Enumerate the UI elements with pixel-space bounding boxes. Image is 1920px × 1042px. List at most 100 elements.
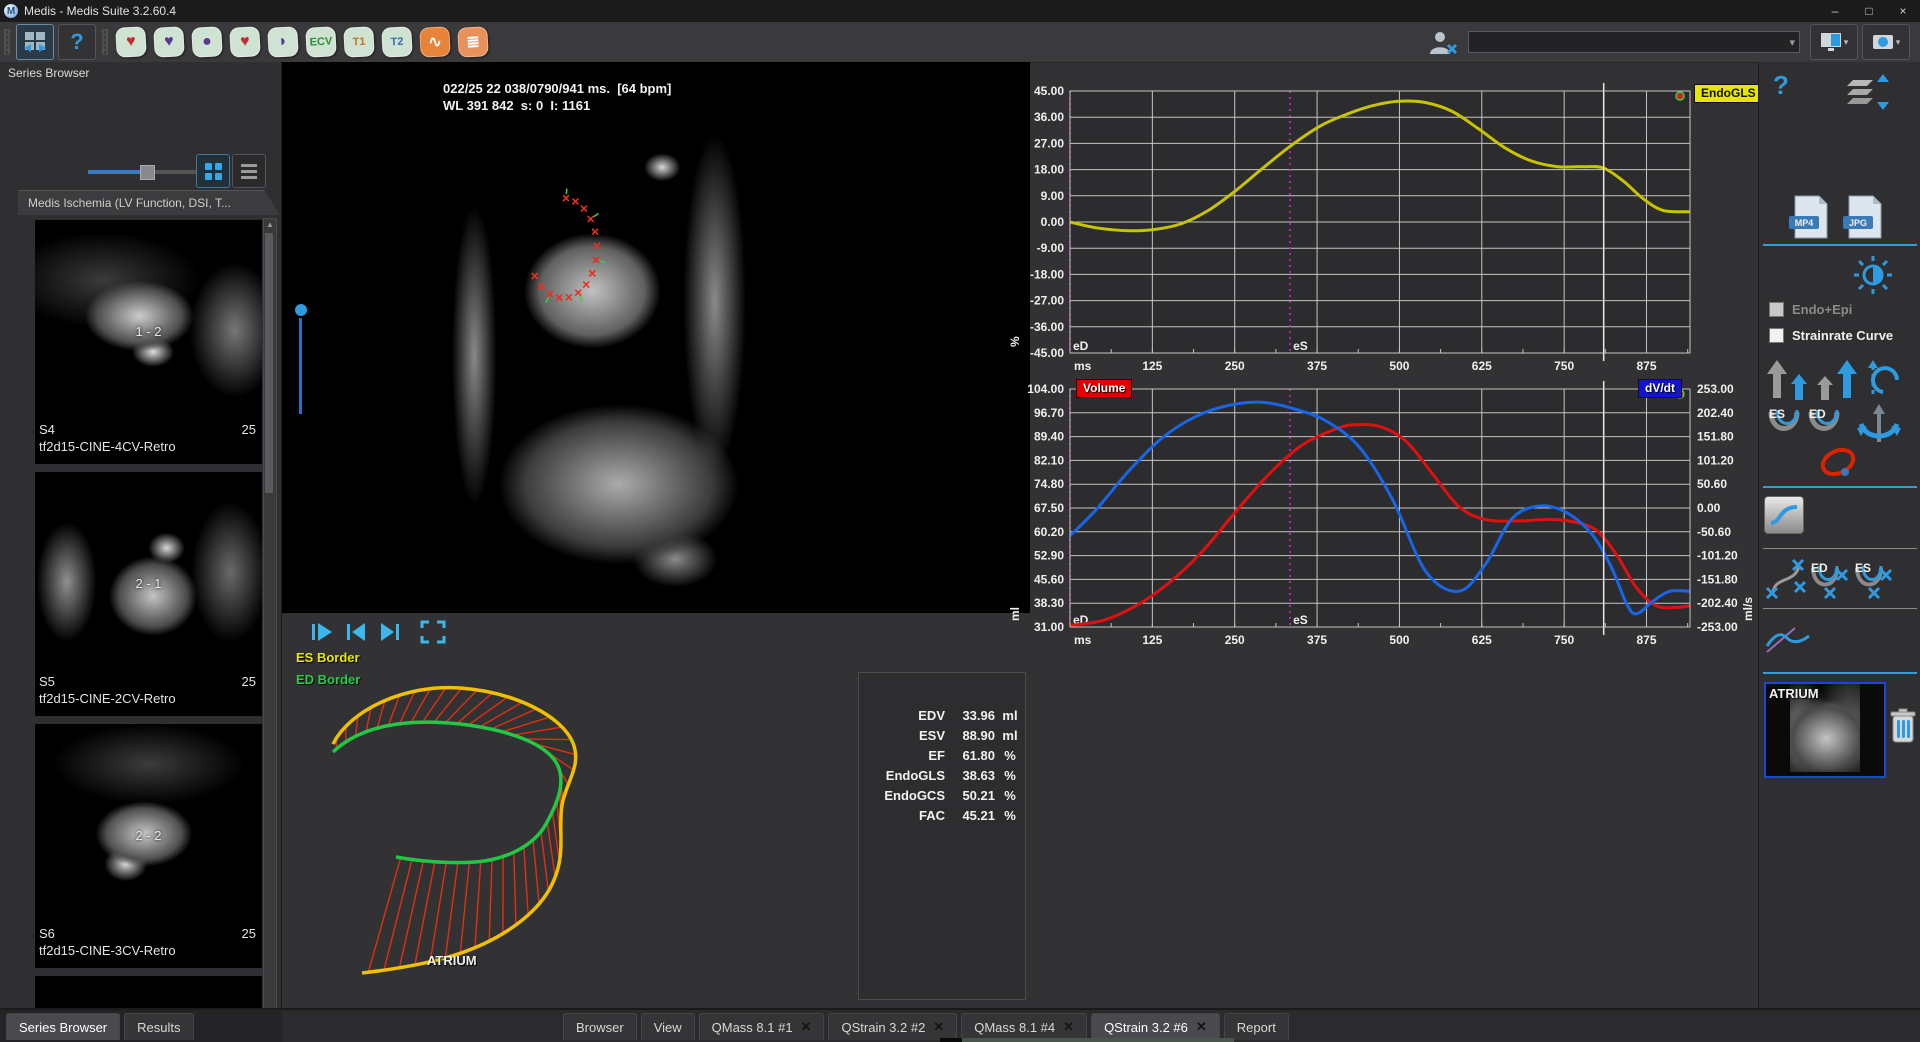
contour-point[interactable] — [591, 228, 599, 236]
contour-point[interactable] — [588, 269, 596, 277]
strainrate-checkbox[interactable] — [1769, 328, 1784, 343]
main-toolbar: ? ♥ ♥ ● ♥ ◗ ECV T1 T2 ∿ ≣ ▾ ▾ ▾ — [0, 22, 1920, 63]
close-tab-icon[interactable]: ✕ — [1063, 1019, 1074, 1035]
workspace-tab-report[interactable]: Report — [1223, 1013, 1289, 1040]
lv-heart-icon[interactable]: ♥ — [115, 26, 147, 58]
t2-icon[interactable]: T2 — [381, 26, 413, 58]
edit-ed-contour-icon[interactable]: ED — [1807, 558, 1853, 602]
volume-chart[interactable]: eD eS104.0096.7089.4082.1074.8067.5060.20… — [1005, 372, 1775, 664]
x-axis-tick: 250 — [1225, 359, 1245, 373]
grid-view-button[interactable] — [196, 154, 230, 188]
scrollbar-thumb[interactable] — [265, 233, 273, 493]
series-list-scrollbar[interactable]: ▲ ▼ — [263, 218, 277, 1042]
strainrate-option[interactable]: Strainrate Curve — [1769, 328, 1893, 343]
export-jpg-icon[interactable]: JPG — [1841, 194, 1887, 242]
result-value: 88.90 — [962, 727, 995, 743]
sigmoid-tool-button[interactable] — [1764, 496, 1804, 534]
help-button[interactable]: ? — [58, 24, 96, 60]
frame-slider-handle[interactable] — [295, 304, 307, 316]
flow-icon[interactable]: ∿ — [419, 26, 451, 58]
workspace-tab-browser[interactable]: Browser — [563, 1013, 637, 1040]
ventricle-icon[interactable]: ♥ — [153, 26, 185, 58]
series-thumbnail-image[interactable]: 2 - 1 — [35, 472, 262, 672]
curve-handle-marker[interactable] — [1675, 91, 1685, 101]
contour-drawing[interactable] — [300, 640, 630, 990]
series-thumbnail-card[interactable]: 2 - 1 S5 25 tf2d15-CINE-2CV-Retro — [35, 472, 262, 716]
contour-point[interactable] — [531, 272, 539, 280]
series-thumbnail-image[interactable]: 1 - 2 — [35, 220, 262, 420]
valve-icon[interactable]: ◗ — [267, 26, 299, 58]
strain-curve-icon[interactable] — [1765, 618, 1815, 658]
contour-point[interactable] — [593, 242, 601, 250]
workspace-tab-qstrain-3-2-2[interactable]: QStrain 3.2 #2 ✕ — [828, 1013, 958, 1040]
ecv-icon[interactable]: ECV — [305, 26, 337, 58]
atrium-thumbnail[interactable]: ATRIUM — [1764, 682, 1886, 778]
close-tab-icon[interactable]: ✕ — [1196, 1019, 1207, 1035]
contour-point[interactable] — [592, 256, 606, 264]
contour-point[interactable] — [562, 188, 570, 202]
close-button[interactable]: × — [1886, 0, 1920, 22]
endo-epi-option[interactable]: Endo+Epi — [1769, 302, 1852, 317]
toolbar-grip[interactable] — [4, 29, 10, 55]
contour-point[interactable] — [582, 281, 590, 289]
contour-point[interactable] — [587, 212, 599, 223]
series-thumbnail-card[interactable]: 2 - 2 S6 25 tf2d15-CINE-3CV-Retro — [35, 724, 262, 968]
contour-point[interactable] — [555, 294, 563, 302]
result-row: EDV 33.96 ml — [859, 705, 1025, 725]
heart-anatomy-icon[interactable]: ♥ — [229, 26, 261, 58]
strain-chart[interactable]: eD eS 45.00 36.00 27.00 18.00 9.00 0.00 -9.00 -18… — [1005, 80, 1775, 380]
retrack-icon[interactable] — [1863, 358, 1907, 402]
perfusion-icon[interactable]: ● — [191, 26, 223, 58]
screen-layout-button[interactable]: ▾ — [1810, 24, 1858, 60]
copy-contour-up2-icon[interactable] — [1813, 358, 1859, 402]
delete-trash-icon[interactable] — [1889, 708, 1917, 744]
session-combobox[interactable]: ▾ — [1468, 31, 1800, 53]
es-contour-icon[interactable]: ES — [1765, 404, 1809, 446]
reorder-layers-icon[interactable] — [1843, 72, 1889, 114]
frame-slider[interactable] — [295, 304, 307, 414]
edit-es-contour-icon[interactable]: ES — [1851, 558, 1897, 602]
close-tab-icon[interactable]: ✕ — [933, 1019, 944, 1035]
panel-tab-series-browser[interactable]: Series Browser — [6, 1013, 121, 1040]
panel-divider — [1763, 608, 1917, 609]
minimize-button[interactable]: – — [1818, 0, 1852, 22]
report-icon[interactable]: ≣ — [457, 26, 489, 58]
copy-contour-up-icon[interactable] — [1765, 358, 1811, 402]
help-icon[interactable]: ? — [1773, 70, 1789, 101]
edit-points-icon[interactable] — [1765, 558, 1809, 602]
contour-point[interactable] — [574, 289, 584, 302]
t1-icon[interactable]: T1 — [343, 26, 375, 58]
workspace-tab-qmass-8-1-4[interactable]: QMass 8.1 #4 ✕ — [961, 1013, 1088, 1040]
series-thumbnail-image[interactable]: 2 - 2 — [35, 724, 262, 924]
series-id: S6 — [39, 926, 55, 941]
close-tab-icon[interactable]: ✕ — [801, 1019, 812, 1035]
user-session-icon[interactable] — [1426, 28, 1460, 56]
workspace-tab-qmass-8-1-1[interactable]: QMass 8.1 #1 ✕ — [698, 1013, 825, 1040]
propagate-icon[interactable] — [1855, 402, 1903, 448]
contour-point[interactable] — [537, 283, 545, 291]
mri-image[interactable]: 022/25 22 038/0790/941 ms. [64 bpm] WL 39… — [435, 76, 872, 613]
contour-point[interactable] — [571, 197, 580, 206]
scroll-up-icon[interactable]: ▲ — [265, 220, 275, 230]
contour-point[interactable] — [580, 205, 588, 213]
endo-epi-checkbox[interactable] — [1769, 302, 1784, 317]
contour-point[interactable] — [545, 290, 554, 304]
series-thumbnail-card[interactable]: 1 - 2 S4 25 tf2d15-CINE-4CV-Retro — [35, 220, 262, 464]
study-tab[interactable]: Medis Ischemia (LV Function, DSI, T... — [18, 190, 280, 215]
result-value: 61.80 — [962, 747, 995, 763]
export-mp4-icon[interactable]: MP4 — [1787, 194, 1833, 242]
workspace-tab-qstrain-3-2-6[interactable]: QStrain 3.2 #6 ✕ — [1091, 1013, 1220, 1040]
slider-handle[interactable] — [140, 165, 155, 180]
toolbar-grip-2[interactable] — [102, 29, 108, 55]
contour-point[interactable] — [565, 293, 573, 301]
thumbnail-size-slider[interactable] — [88, 165, 200, 180]
list-view-button[interactable] — [232, 154, 266, 188]
layout-views-button[interactable] — [16, 24, 54, 60]
panel-tab-results[interactable]: Results — [124, 1013, 194, 1040]
ellipse-roi-icon[interactable] — [1815, 440, 1861, 484]
maximize-button[interactable]: □ — [1852, 0, 1886, 22]
snapshot-button[interactable]: ▾ — [1862, 24, 1910, 60]
workspace-tab-view[interactable]: View — [640, 1013, 695, 1040]
brightness-icon[interactable] — [1851, 254, 1895, 296]
y-axis-tick: 104.00 — [1027, 382, 1064, 396]
